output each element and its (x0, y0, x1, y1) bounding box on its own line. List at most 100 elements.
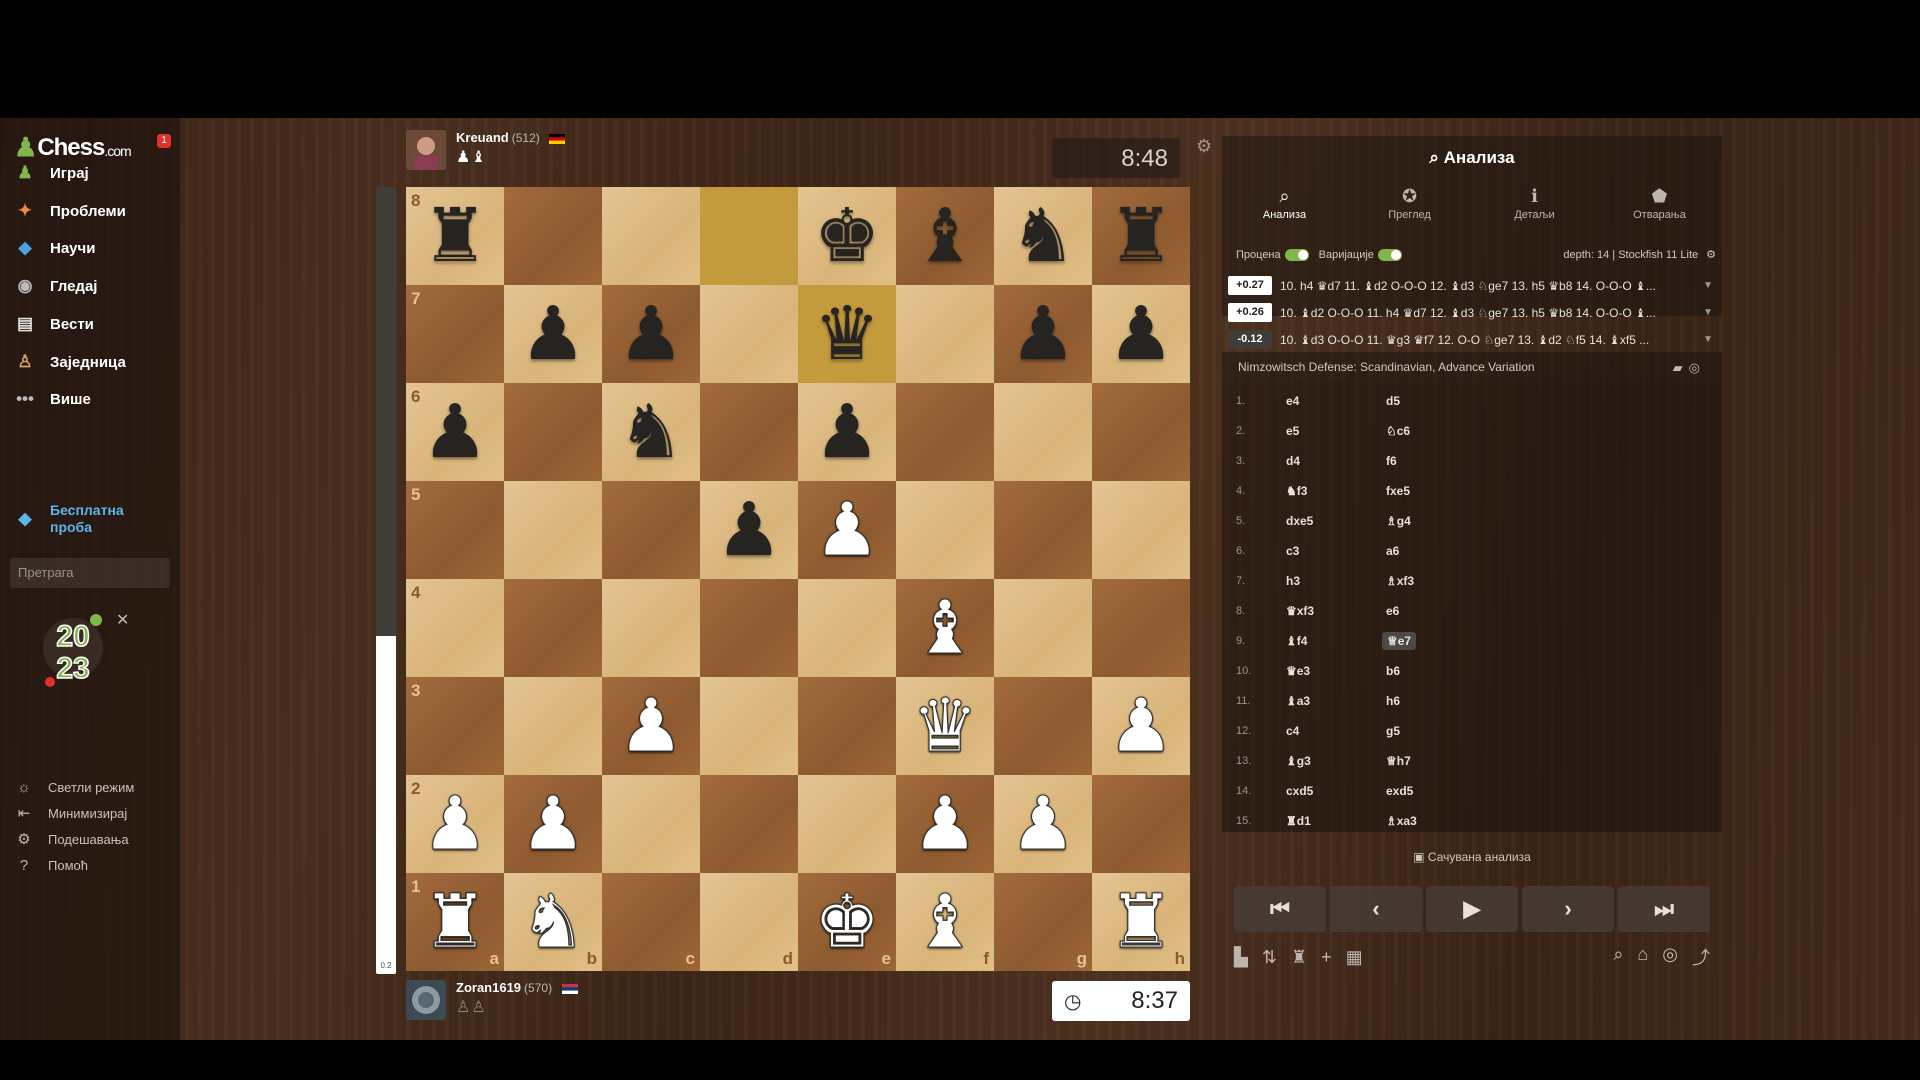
square-g3[interactable] (994, 677, 1092, 775)
black-rook-icon[interactable]: ♜ (1108, 199, 1174, 273)
square-a2[interactable]: 2 ♟ (406, 775, 504, 873)
tab-1[interactable]: ✪ Преглед (1360, 186, 1460, 221)
square-f8[interactable]: ♝ (896, 187, 994, 285)
square-b8[interactable] (504, 187, 602, 285)
share-icon[interactable]: ⤴ (1692, 944, 1710, 970)
next-move-button[interactable]: › (1522, 886, 1614, 932)
player-name[interactable]: Zoran1619 (456, 980, 521, 995)
square-e6[interactable]: ♟ (798, 383, 896, 481)
white-pawn-icon[interactable]: ♟ (1107, 689, 1174, 764)
black-move[interactable]: ♗xf3 (1382, 574, 1414, 588)
white-move[interactable]: ♛xf3 (1282, 604, 1382, 618)
black-pawn-icon[interactable]: ♟ (618, 297, 684, 371)
square-b6[interactable] (504, 383, 602, 481)
square-g8[interactable]: ♞ (994, 187, 1092, 285)
square-c5[interactable] (602, 481, 700, 579)
flip-board-icon[interactable]: ⇅ (1262, 947, 1277, 968)
piece-icon[interactable]: ♜ (1291, 947, 1307, 968)
square-g5[interactable] (994, 481, 1092, 579)
square-b2[interactable]: ♟ (504, 775, 602, 873)
square-e1[interactable]: e ♚ (798, 873, 896, 971)
white-move[interactable]: ♞f3 (1282, 484, 1382, 498)
library-icon[interactable]: ⌂ (1637, 944, 1648, 970)
chess-board[interactable]: 8 ♜ ♚ ♝ ♞ ♜ 7 ♟ ♟ ♛ ♟ ♟ 6 ♟ ♞ ♟ 5 ♟ ♟ 4 ♝ 3 ♟ ♛ ♟ 2 ♟ ♟ ♟ ♟ 1 a ♜ b ♞ c d e ♚ f… (406, 187, 1190, 971)
engine-line[interactable]: +0.27 10. h4 ♛d7 11. ♝d2 O-O-O 12. ♝d3 ♘g… (1228, 272, 1716, 299)
square-c6[interactable]: ♞ (602, 383, 700, 481)
black-king-icon[interactable]: ♚ (814, 199, 880, 273)
chevron-down-icon[interactable]: ▼ (1700, 280, 1716, 291)
white-move[interactable]: ♝f4 (1282, 634, 1382, 648)
white-move[interactable]: ♝g3 (1282, 754, 1382, 768)
white-move[interactable]: cxd5 (1282, 784, 1382, 798)
white-move[interactable]: d4 (1282, 454, 1382, 468)
square-d1[interactable]: d (700, 873, 798, 971)
square-e5[interactable]: ♟ (798, 481, 896, 579)
square-d7[interactable] (700, 285, 798, 383)
search-input[interactable]: Претрага (10, 558, 170, 588)
square-e8[interactable]: ♚ (798, 187, 896, 285)
chevron-down-icon[interactable]: ▼ (1700, 334, 1716, 345)
square-h2[interactable] (1092, 775, 1190, 873)
white-pawn-icon[interactable]: ♟ (617, 689, 684, 764)
black-move[interactable]: b6 (1382, 664, 1400, 678)
square-g7[interactable]: ♟ (994, 285, 1092, 383)
sidebar-item-2[interactable]: ◆ Научи (12, 233, 95, 263)
black-move[interactable]: exd5 (1382, 784, 1413, 798)
square-e4[interactable] (798, 579, 896, 677)
black-pawn-icon[interactable]: ♟ (422, 395, 488, 469)
square-d8[interactable] (700, 187, 798, 285)
zoom-icon[interactable]: ⌕ (1613, 944, 1623, 970)
first-move-button[interactable]: ⏮ (1234, 886, 1326, 932)
black-pawn-icon[interactable]: ♟ (1108, 297, 1174, 371)
square-h6[interactable] (1092, 383, 1190, 481)
sidebar-bottom-item-1[interactable]: ⇤ Минимизирај (14, 802, 128, 824)
white-move[interactable]: e4 (1282, 394, 1382, 408)
square-g6[interactable] (994, 383, 1092, 481)
square-f4[interactable]: ♝ (896, 579, 994, 677)
black-pawn-icon[interactable]: ♟ (1010, 297, 1076, 371)
engine-line[interactable]: -0.12 10. ♝d3 O-O-O 11. ♛g3 ♛f7 12. O-O ♘… (1228, 326, 1716, 353)
chevron-down-icon[interactable]: ▼ (1700, 307, 1716, 318)
black-pawn-icon[interactable]: ♟ (520, 297, 586, 371)
white-pawn-icon[interactable]: ♟ (813, 493, 880, 568)
white-pawn-icon[interactable]: ♟ (519, 787, 586, 862)
tab-2[interactable]: ℹ Детаљи (1485, 186, 1585, 221)
play-button[interactable]: ▶ (1426, 886, 1518, 932)
sidebar-item-1[interactable]: ✦ Проблеми (12, 196, 126, 226)
tab-3[interactable]: ⬟ Отварања (1610, 186, 1710, 221)
square-g2[interactable]: ♟ (994, 775, 1092, 873)
square-a8[interactable]: 8 ♜ (406, 187, 504, 285)
opening-name[interactable]: Nimzowitsch Defense: Scandinavian, Advan… (1238, 360, 1535, 374)
black-knight-icon[interactable]: ♞ (618, 395, 684, 469)
white-knight-icon[interactable]: ♞ (519, 885, 586, 960)
square-c4[interactable] (602, 579, 700, 677)
square-a6[interactable]: 6 ♟ (406, 383, 504, 481)
sidebar-item-5[interactable]: ♙ Заједница (12, 347, 125, 377)
square-b1[interactable]: b ♞ (504, 873, 602, 971)
square-e7[interactable]: ♛ (798, 285, 896, 383)
eval-toggle[interactable] (1284, 248, 1309, 261)
black-move[interactable]: d5 (1382, 394, 1400, 408)
sidebar-item-3[interactable]: ◉ Гледај (12, 271, 98, 301)
square-h3[interactable]: ♟ (1092, 677, 1190, 775)
square-d6[interactable] (700, 383, 798, 481)
black-knight-icon[interactable]: ♞ (1010, 199, 1076, 273)
square-f7[interactable] (896, 285, 994, 383)
engine-settings-gear-icon[interactable]: ⚙ (1706, 248, 1716, 261)
square-g4[interactable] (994, 579, 1092, 677)
white-move[interactable]: ♛e3 (1282, 664, 1382, 678)
square-e2[interactable] (798, 775, 896, 873)
square-b7[interactable]: ♟ (504, 285, 602, 383)
square-a3[interactable]: 3 (406, 677, 504, 775)
square-d3[interactable] (700, 677, 798, 775)
black-move[interactable]: ♗xa3 (1382, 814, 1417, 828)
square-b4[interactable] (504, 579, 602, 677)
sidebar-item-6[interactable]: ••• Више (12, 384, 91, 414)
sidebar-bottom-item-0[interactable]: ☼ Светли режим (14, 776, 134, 798)
square-c2[interactable] (602, 775, 700, 873)
white-queen-icon[interactable]: ♛ (911, 689, 978, 764)
square-h8[interactable]: ♜ (1092, 187, 1190, 285)
engine-line[interactable]: +0.26 10. ♝d2 O-O-O 11. h4 ♛d7 12. ♝d3 ♘g… (1228, 299, 1716, 326)
square-a5[interactable]: 5 (406, 481, 504, 579)
avatar[interactable] (406, 980, 446, 1020)
